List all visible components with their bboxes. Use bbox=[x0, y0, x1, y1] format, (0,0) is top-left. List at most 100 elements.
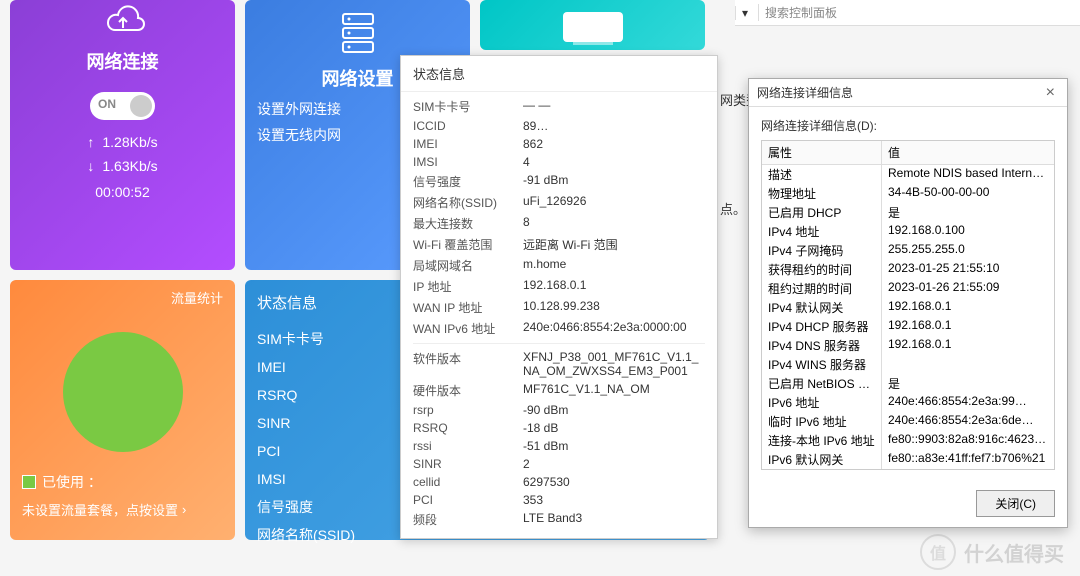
property-name: 临时 IPv6 地址 bbox=[762, 412, 882, 431]
property-value: 是 bbox=[882, 203, 1054, 222]
tooltip-row: 局域网域名m.home bbox=[413, 255, 705, 276]
tooltip-row: ICCID89… bbox=[413, 117, 705, 135]
property-name: 租约过期的时间 bbox=[762, 279, 882, 298]
tooltip-row: 网络名称(SSID)uFi_126926 bbox=[413, 192, 705, 213]
property-row[interactable]: IPv4 DHCP 服务器192.168.0.1 bbox=[762, 317, 1054, 336]
tooltip-value: -18 dB bbox=[523, 421, 705, 435]
tooltip-label: rssi bbox=[413, 439, 523, 453]
property-value: 240e:466:8554:2e3a:6de… bbox=[882, 412, 1054, 431]
column-header[interactable]: 属性 bbox=[762, 141, 882, 164]
tooltip-value: 2 bbox=[523, 457, 705, 471]
property-value: 255.255.255.0 bbox=[882, 241, 1054, 260]
tooltip-row: 信号强度-91 dBm bbox=[413, 171, 705, 192]
tooltip-row: PCI353 bbox=[413, 491, 705, 509]
tooltip-value: 89… bbox=[523, 119, 705, 133]
properties-listview[interactable]: 属性 值 描述Remote NDIS based Internet Sharin… bbox=[761, 140, 1055, 470]
device-card bbox=[480, 0, 705, 50]
tooltip-value: 353 bbox=[523, 493, 705, 507]
property-name: 连接-本地 IPv6 地址 bbox=[762, 431, 882, 450]
used-label: 已使用 ： bbox=[42, 472, 102, 492]
property-row[interactable]: IPv6 地址240e:466:8554:2e3a:99… bbox=[762, 393, 1054, 412]
property-row[interactable]: IPv4 子网掩码255.255.255.0 bbox=[762, 241, 1054, 260]
property-value: 192.168.0.1 bbox=[882, 317, 1054, 336]
property-row[interactable]: 描述Remote NDIS based Internet Sharing bbox=[762, 165, 1054, 184]
property-row[interactable]: 租约过期的时间2023-01-26 21:55:09 bbox=[762, 279, 1054, 298]
property-name: IPv4 地址 bbox=[762, 222, 882, 241]
property-row[interactable]: 物理地址34-4B-50-00-00-00 bbox=[762, 184, 1054, 203]
property-row[interactable]: 已启用 DHCP是 bbox=[762, 203, 1054, 222]
tooltip-label: WAN IP 地址 bbox=[413, 299, 523, 316]
property-row[interactable]: IPv6 DNS 服务器fe80::1%21 bbox=[762, 469, 1054, 470]
arrow-down-icon: ↓ bbox=[87, 158, 94, 174]
property-value: Remote NDIS based Internet Sharing bbox=[882, 165, 1054, 184]
property-name: IPv4 默认网关 bbox=[762, 298, 882, 317]
tooltip-label: 软件版本 bbox=[413, 350, 523, 378]
tooltip-value: -91 dBm bbox=[523, 173, 705, 190]
upload-speed: 1.28Kb/s bbox=[102, 134, 157, 150]
tooltip-value: 10.128.99.238 bbox=[523, 299, 705, 316]
property-row[interactable]: IPv4 DNS 服务器192.168.0.1 bbox=[762, 336, 1054, 355]
tooltip-value: 6297530 bbox=[523, 475, 705, 489]
tooltip-label: 最大连接数 bbox=[413, 215, 523, 232]
property-row[interactable]: 临时 IPv6 地址240e:466:8554:2e3a:6de… bbox=[762, 412, 1054, 431]
close-button[interactable]: 关闭(C) bbox=[976, 490, 1055, 517]
tooltip-row: rssi-51 dBm bbox=[413, 437, 705, 455]
tooltip-label: IP 地址 bbox=[413, 278, 523, 295]
status-tooltip: 状态信息 SIM卡卡号— —ICCID89…IMEI862IMSI4信号强度-9… bbox=[400, 55, 718, 539]
property-value: 2023-01-25 21:55:10 bbox=[882, 260, 1054, 279]
server-icon bbox=[333, 12, 383, 57]
property-row[interactable]: IPv4 地址192.168.0.100 bbox=[762, 222, 1054, 241]
tooltip-label: Wi-Fi 覆盖范围 bbox=[413, 236, 523, 253]
tooltip-row: IMSI4 bbox=[413, 153, 705, 171]
tooltip-label: cellid bbox=[413, 475, 523, 489]
tooltip-row: SIM卡卡号— — bbox=[413, 96, 705, 117]
column-header[interactable]: 值 bbox=[882, 141, 1054, 164]
flow-card: 流量统计 已使用 ： 未设置流量套餐，点按设置 › bbox=[10, 280, 235, 540]
tooltip-label: 局域网域名 bbox=[413, 257, 523, 274]
tooltip-row: 硬件版本MF761C_V1.1_NA_OM bbox=[413, 380, 705, 401]
tooltip-value: MF761C_V1.1_NA_OM bbox=[523, 382, 705, 399]
close-icon[interactable]: × bbox=[1042, 84, 1059, 102]
tooltip-row: IP 地址192.168.0.1 bbox=[413, 276, 705, 297]
property-name: IPv6 默认网关 bbox=[762, 450, 882, 469]
property-value: 34-4B-50-00-00-00 bbox=[882, 184, 1054, 203]
watermark-text: 什么值得买 bbox=[964, 538, 1064, 567]
property-value: fe80::a83e:41ff:fef7:b706%21 bbox=[882, 450, 1054, 469]
property-value: fe80::9903:82a8:916c:4623%21 bbox=[882, 431, 1054, 450]
tooltip-row: 软件版本XFNJ_P38_001_MF761C_V1.1_NA_OM_ZWXSS… bbox=[413, 348, 705, 380]
network-toggle[interactable]: ON bbox=[90, 92, 155, 120]
property-name: 获得租约的时间 bbox=[762, 260, 882, 279]
tooltip-title: 状态信息 bbox=[401, 56, 717, 92]
download-speed-row: ↓ 1.63Kb/s bbox=[87, 158, 157, 174]
tooltip-row: cellid6297530 bbox=[413, 473, 705, 491]
tooltip-label: IMSI bbox=[413, 155, 523, 169]
dropdown-button[interactable]: ▾ bbox=[735, 6, 754, 20]
tooltip-value: XFNJ_P38_001_MF761C_V1.1_NA_OM_ZWXSS4_EM… bbox=[523, 350, 705, 378]
property-row[interactable]: 已启用 NetBIOS over Tc…是 bbox=[762, 374, 1054, 393]
search-input[interactable]: 搜索控制面板 bbox=[758, 4, 1080, 21]
flow-message-link[interactable]: 未设置流量套餐，点按设置 › bbox=[22, 500, 223, 519]
toggle-label: ON bbox=[98, 97, 116, 111]
tooltip-row: 最大连接数8 bbox=[413, 213, 705, 234]
tooltip-value: 240e:0466:8554:2e3a:0000:00 bbox=[523, 320, 705, 337]
tooltip-row: WAN IPv6 地址240e:0466:8554:2e3a:0000:00 bbox=[413, 318, 705, 339]
network-title: 网络连接 bbox=[87, 48, 159, 74]
property-value: 192.168.0.1 bbox=[882, 298, 1054, 317]
tooltip-label: 网络名称(SSID) bbox=[413, 194, 523, 211]
tooltip-label: PCI bbox=[413, 493, 523, 507]
property-name: IPv6 地址 bbox=[762, 393, 882, 412]
tooltip-label: 信号强度 bbox=[413, 173, 523, 190]
tooltip-value: m.home bbox=[523, 257, 705, 274]
property-row[interactable]: 获得租约的时间2023-01-25 21:55:10 bbox=[762, 260, 1054, 279]
cloud-icon bbox=[93, 0, 153, 40]
watermark-icon: 值 bbox=[920, 534, 956, 570]
property-row[interactable]: 连接-本地 IPv6 地址fe80::9903:82a8:916c:4623%2… bbox=[762, 431, 1054, 450]
flow-chart-circle bbox=[63, 332, 183, 452]
tooltip-label: RSRQ bbox=[413, 421, 523, 435]
property-value bbox=[882, 355, 1054, 374]
dialog-titlebar[interactable]: 网络连接详细信息 × bbox=[749, 79, 1067, 107]
property-row[interactable]: IPv4 默认网关192.168.0.1 bbox=[762, 298, 1054, 317]
used-row: 已使用 ： bbox=[22, 472, 223, 492]
property-row[interactable]: IPv6 默认网关fe80::a83e:41ff:fef7:b706%21 bbox=[762, 450, 1054, 469]
property-row[interactable]: IPv4 WINS 服务器 bbox=[762, 355, 1054, 374]
